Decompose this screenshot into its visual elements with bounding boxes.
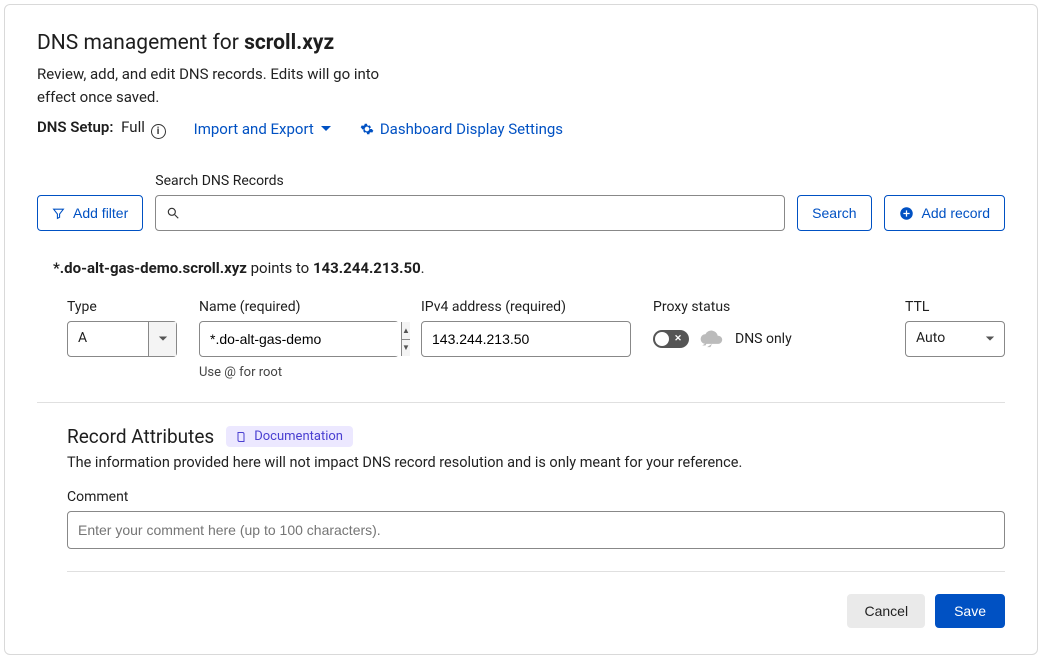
type-value: A [68, 322, 148, 356]
record-summary-name: *.do-alt-gas-demo.scroll.xyz [53, 259, 247, 277]
documentation-link[interactable]: Documentation [226, 426, 353, 447]
caret-down-icon [158, 334, 168, 344]
dashboard-settings-label: Dashboard Display Settings [380, 120, 563, 138]
name-input[interactable] [200, 322, 401, 356]
name-field: Name (required) ▲ ▼ Use @ for root [199, 299, 399, 380]
spinner-up-icon[interactable]: ▲ [402, 322, 410, 340]
record-summary-middle: points to [247, 259, 313, 277]
info-icon[interactable]: i [151, 124, 166, 139]
add-filter-label: Add filter [73, 205, 128, 221]
record-summary: *.do-alt-gas-demo.scroll.xyz points to 1… [53, 259, 1005, 277]
ttl-field: TTL Auto [905, 299, 1005, 357]
caret-down-icon [985, 334, 995, 344]
caret-down-icon [320, 123, 332, 135]
save-button[interactable]: Save [935, 594, 1005, 628]
ipv4-label: IPv4 address (required) [421, 299, 631, 315]
record-attrs-header: Record Attributes Documentation [67, 425, 1005, 448]
add-record-button[interactable]: Add record [884, 195, 1005, 231]
record-form: Type A Name (required) ▲ ▼ Use @ for roo… [37, 299, 1005, 403]
search-group: Search DNS Records [155, 173, 785, 231]
footer-buttons: Cancel Save [37, 594, 1005, 628]
type-label: Type [67, 299, 177, 315]
proxy-toggle[interactable]: ✕ [653, 330, 689, 348]
gear-icon [360, 122, 374, 136]
ttl-select[interactable]: Auto [905, 321, 1005, 357]
search-button[interactable]: Search [797, 195, 871, 231]
dns-management-card: DNS management for scroll.xyz Review, ad… [4, 4, 1038, 655]
proxy-status-text: DNS only [735, 331, 792, 347]
cancel-button[interactable]: Cancel [847, 594, 925, 628]
dns-setup-value: Full [121, 118, 145, 136]
ipv4-field: IPv4 address (required) [421, 299, 631, 357]
meta-row: DNS Setup: Full i Import and Export Dash… [37, 118, 1005, 139]
search-icon [166, 206, 180, 220]
documentation-label: Documentation [254, 429, 343, 444]
page-subtitle: Review, add, and edit DNS records. Edits… [37, 63, 417, 108]
type-field: Type A [67, 299, 177, 357]
proxy-label: Proxy status [653, 299, 883, 315]
comment-label: Comment [67, 489, 1005, 505]
toggle-knob [655, 332, 669, 346]
record-attrs-title: Record Attributes [67, 425, 214, 448]
record-summary-end: . [421, 259, 425, 277]
cloud-icon [699, 330, 725, 348]
name-help: Use @ for root [199, 365, 399, 380]
search-button-label: Search [812, 205, 856, 221]
ttl-value: Auto [906, 322, 976, 356]
search-label: Search DNS Records [155, 173, 785, 189]
type-caret [148, 322, 176, 356]
toggle-off-icon: ✕ [671, 332, 685, 346]
record-summary-value: 143.244.213.50 [313, 259, 421, 277]
name-spinner[interactable]: ▲ ▼ [401, 322, 410, 356]
comment-input[interactable] [67, 511, 1005, 549]
filter-icon [52, 207, 65, 220]
ipv4-input[interactable] [422, 322, 630, 356]
search-input[interactable] [188, 204, 774, 222]
proxy-field: Proxy status ✕ DNS only [653, 299, 883, 357]
spinner-down-icon[interactable]: ▼ [402, 340, 410, 357]
dashboard-settings-link[interactable]: Dashboard Display Settings [360, 120, 563, 138]
ttl-label: TTL [905, 299, 1005, 315]
page-title: DNS management for scroll.xyz [37, 31, 1005, 55]
import-export-label: Import and Export [194, 120, 314, 138]
plus-circle-icon [899, 206, 914, 221]
dns-setup-label: DNS Setup: [37, 118, 113, 136]
add-record-label: Add record [922, 205, 990, 221]
toolbar: Add filter Search DNS Records Search Add… [37, 173, 1005, 231]
record-attrs-desc: The information provided here will not i… [67, 454, 1005, 471]
title-prefix: DNS management for [37, 31, 244, 55]
ttl-caret [976, 322, 1004, 356]
type-select[interactable]: A [67, 321, 177, 357]
title-domain: scroll.xyz [244, 31, 334, 55]
ipv4-input-wrap[interactable] [421, 321, 631, 357]
book-icon [236, 431, 248, 443]
search-input-wrapper[interactable] [155, 195, 785, 231]
dns-setup-label-group: DNS Setup: Full i [37, 118, 166, 139]
name-label: Name (required) [199, 299, 399, 315]
add-filter-button[interactable]: Add filter [37, 195, 143, 231]
divider [67, 571, 1005, 572]
import-export-link[interactable]: Import and Export [194, 120, 332, 138]
name-input-wrap[interactable]: ▲ ▼ [199, 321, 399, 357]
